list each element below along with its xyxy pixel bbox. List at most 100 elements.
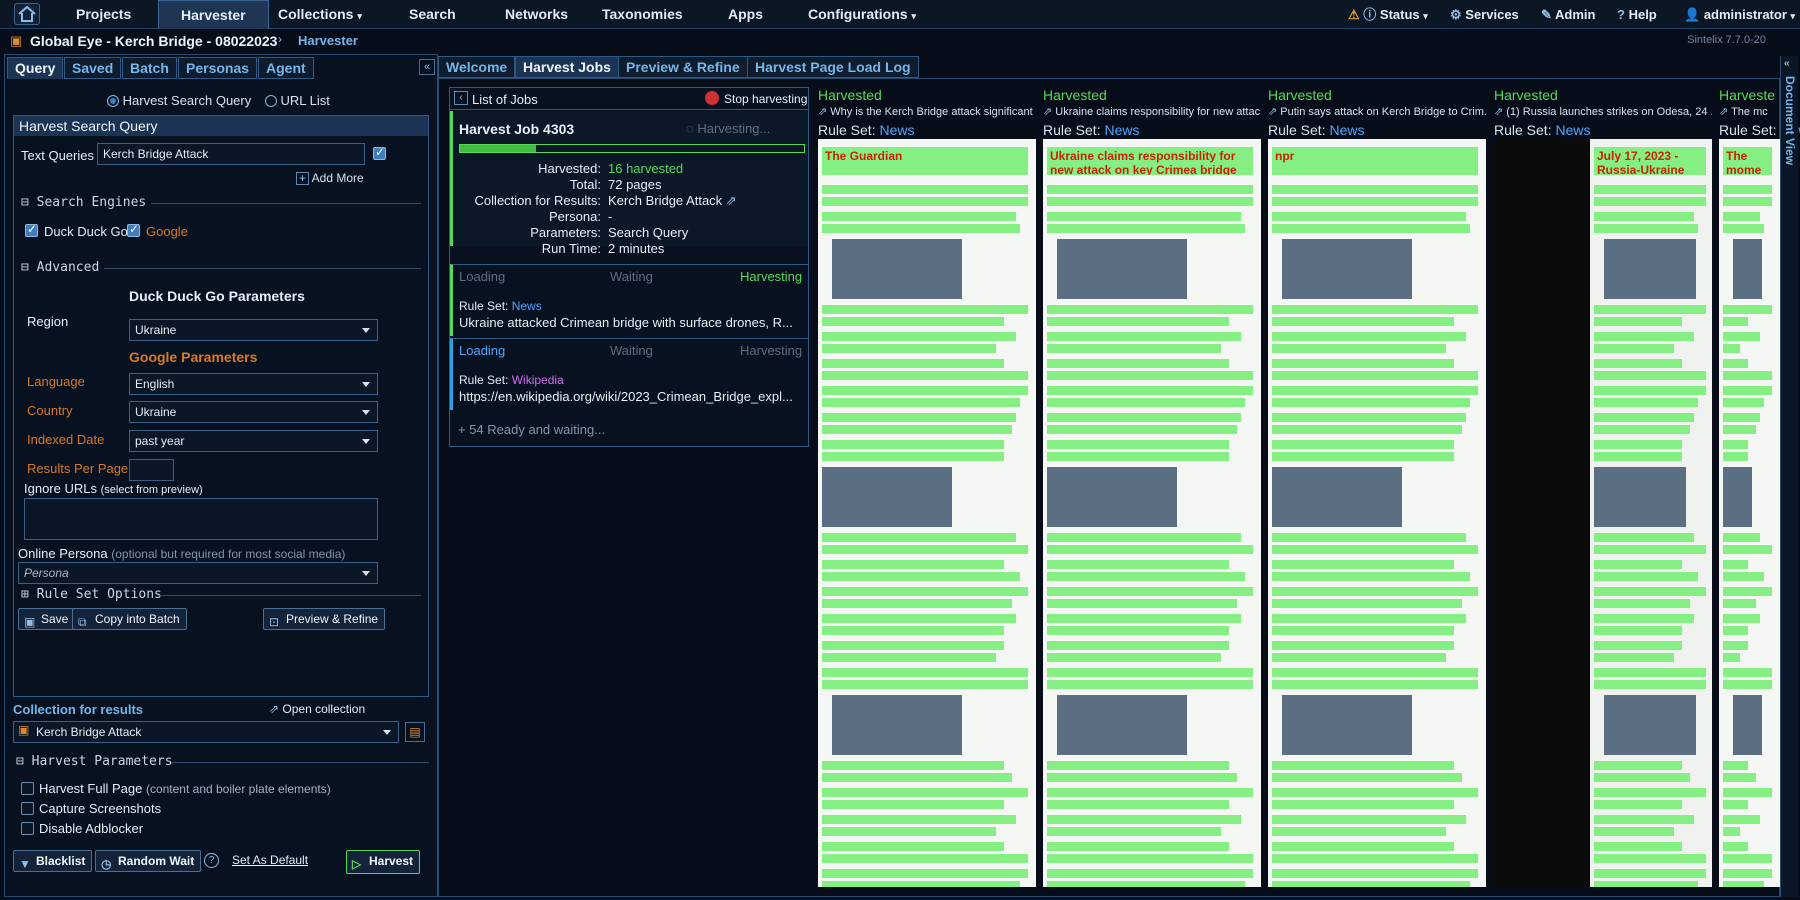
results-per-page-input[interactable] <box>129 459 174 481</box>
persona-row-label: Persona: <box>548 209 601 224</box>
language-select[interactable]: English <box>129 373 378 395</box>
preview-refine-button[interactable]: ⊡ Preview & Refine <box>263 608 386 630</box>
new-collection-icon[interactable]: ▤ <box>405 722 425 742</box>
nav-harvester[interactable]: Harvester <box>158 0 269 30</box>
article-image <box>1282 239 1412 299</box>
capture-screenshots-checkbox[interactable] <box>21 802 34 815</box>
save-icon: ▣ <box>24 615 36 629</box>
preview-card[interactable]: Harveste⇗ The mcRule Set: NewsThe mome d… <box>1719 87 1800 887</box>
tab-welcome[interactable]: Welcome <box>438 56 516 78</box>
nav-search[interactable]: Search <box>409 0 456 29</box>
rule-set-options-title: Rule Set Options <box>36 587 162 602</box>
tab-personas[interactable]: Personas <box>178 57 258 79</box>
job-item[interactable]: Loading Waiting Harvesting Rule Set: Wik… <box>450 338 808 410</box>
nav-networks[interactable]: Networks <box>505 0 568 29</box>
preview-card[interactable]: Harvested ⇗ Putin says attack on Kerch Br… <box>1268 87 1486 887</box>
nav-apps[interactable]: Apps <box>728 0 763 29</box>
text-queries-checkbox[interactable] <box>373 145 386 160</box>
harvest-full-page-checkbox[interactable] <box>21 782 34 795</box>
preview-title[interactable]: ⇗ Putin says attack on Kerch Bridge to C… <box>1268 105 1486 118</box>
nav-projects[interactable]: Projects <box>76 0 131 29</box>
harvested-text-line <box>1047 371 1253 380</box>
tab-preview-refine[interactable]: Preview & Refine <box>618 56 748 78</box>
harvested-text-line <box>1594 305 1706 314</box>
harvested-text-line <box>1594 560 1682 569</box>
harvested-text-line <box>1723 197 1772 206</box>
help-icon: ? <box>1617 7 1625 22</box>
harvested-text-line <box>1723 800 1748 809</box>
nav-user-label: administrator <box>1703 7 1787 22</box>
persona-select[interactable]: Persona <box>18 562 378 584</box>
open-collection-link[interactable]: ⇗ Open collection <box>269 702 365 716</box>
nav-status[interactable]: ⚠ ⓘ Status ▾ <box>1348 0 1428 29</box>
job-card[interactable]: Harvest Job 4303 ◌ Harvesting... Harvest… <box>450 111 808 256</box>
stop-icon[interactable] <box>705 91 719 105</box>
harvested-text-line <box>1723 371 1772 380</box>
harvested-text-line <box>1723 440 1748 449</box>
help-icon[interactable]: ? <box>204 853 219 868</box>
back-icon[interactable]: ‹ <box>454 91 468 105</box>
copy-into-batch-button[interactable]: ⧉ Copy into Batch <box>72 608 187 630</box>
ignore-urls-textarea[interactable] <box>24 498 378 540</box>
region-select[interactable]: Ukraine <box>129 319 378 341</box>
indexed-date-select[interactable]: past year <box>129 430 378 452</box>
text-queries-input[interactable]: Kerch Bridge Attack <box>97 143 365 165</box>
rule-set-prefix: Rule Set: <box>818 122 880 138</box>
project-title[interactable]: Global Eye - Kerch Bridge - 08022023 <box>30 33 277 49</box>
harvest-button[interactable]: ▷ Harvest <box>346 850 421 874</box>
preview-card[interactable]: Harvested ⇗ Ukraine claims responsibility… <box>1043 87 1261 887</box>
nav-admin[interactable]: ✎ Admin <box>1541 0 1596 29</box>
nav-taxonomies[interactable]: Taxonomies <box>602 0 683 29</box>
google-params-title: Google Parameters <box>129 349 258 365</box>
gears-icon: ⚙ <box>1450 7 1462 22</box>
preview-title[interactable]: ⇗ Why is the Kerch Bridge attack signifi… <box>818 105 1036 118</box>
runtime-label: Run Time: <box>541 241 601 256</box>
harvest-params-section[interactable]: ⊟ Harvest Parameters <box>16 754 173 769</box>
harvested-text-line <box>1723 854 1772 863</box>
tab-agent[interactable]: Agent <box>258 57 314 79</box>
preview-card[interactable]: Harvested ⇗ (1) Russia launches strikes o… <box>1494 87 1712 887</box>
random-wait-button[interactable]: ◷ Random Wait <box>95 850 202 872</box>
preview-card[interactable]: Harvested ⇗ Why is the Kerch Bridge attac… <box>818 87 1036 887</box>
save-button[interactable]: ▣ Save <box>18 608 76 630</box>
home-icon[interactable] <box>14 3 40 25</box>
stage-waiting: Waiting <box>610 269 653 284</box>
tab-page-load-log[interactable]: Harvest Page Load Log <box>747 56 919 78</box>
harvested-text-line <box>1594 344 1674 353</box>
nav-collections[interactable]: Collections ▾ <box>278 0 362 29</box>
list-of-jobs-link[interactable]: List of Jobs <box>472 92 538 107</box>
harvested-text-line <box>1272 197 1478 206</box>
radio-search-query[interactable] <box>107 95 119 107</box>
tab-query[interactable]: Query <box>7 57 64 79</box>
site-header-text: July 17, 2023 - Russia-Ukraine news <box>1594 147 1706 175</box>
set-as-default-link[interactable]: Set As Default <box>232 853 308 867</box>
collapse-left-icon[interactable]: « <box>419 59 435 75</box>
tab-saved[interactable]: Saved <box>64 57 122 79</box>
collection-select[interactable]: Kerch Bridge Attack <box>13 721 399 743</box>
nav-user[interactable]: 👤 administrator ▾ <box>1684 0 1795 29</box>
harvested-text-line <box>1047 854 1253 863</box>
country-select[interactable]: Ukraine <box>129 401 378 423</box>
search-engines-section[interactable]: ⊟ Search Engines <box>21 195 146 210</box>
disable-adblocker-checkbox[interactable] <box>21 822 34 835</box>
add-more-button[interactable]: + Add More <box>296 171 364 185</box>
stop-harvesting-button[interactable]: Stop harvesting <box>724 92 807 106</box>
ddg-checkbox[interactable] <box>25 222 38 237</box>
preview-title[interactable]: ⇗ Ukraine claims responsibility for new … <box>1043 105 1261 118</box>
radio-url-list[interactable] <box>264 95 277 107</box>
preview-title[interactable]: ⇗ The mc <box>1719 105 1780 118</box>
nav-help[interactable]: ? Help <box>1617 0 1657 29</box>
advanced-section[interactable]: ⊟ Advanced <box>21 260 99 275</box>
nav-configurations[interactable]: Configurations ▾ <box>808 0 916 29</box>
tab-harvest-jobs[interactable]: Harvest Jobs <box>515 56 619 78</box>
preview-title[interactable]: ⇗ (1) Russia launches strikes on Odesa, … <box>1494 105 1712 118</box>
collection-results-value[interactable]: Kerch Bridge Attack ⇗ <box>608 193 737 209</box>
rule-set-options-section[interactable]: ⊞ Rule Set Options <box>21 587 162 602</box>
edit-icon: ✎ <box>1541 7 1552 22</box>
google-checkbox[interactable] <box>127 222 140 237</box>
job-item[interactable]: Loading Waiting Harvesting Rule Set: New… <box>450 264 808 336</box>
nav-services[interactable]: ⚙ Services <box>1450 0 1519 29</box>
tab-batch[interactable]: Batch <box>122 57 177 79</box>
document-view-panel[interactable]: Document View « <box>1780 56 1798 897</box>
blacklist-button[interactable]: ▼ Blacklist <box>13 850 93 872</box>
